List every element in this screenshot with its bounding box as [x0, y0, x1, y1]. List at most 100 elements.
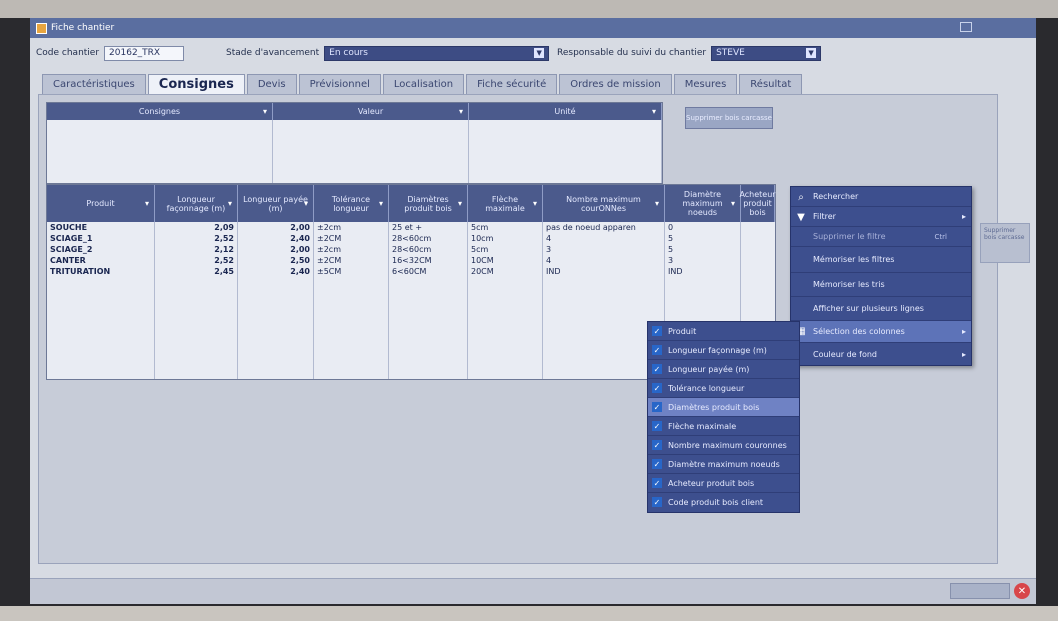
table-cell[interactable]: 2,52 — [155, 255, 237, 266]
table-cell[interactable]: ±2cm — [314, 244, 388, 255]
table-cell[interactable]: 2,45 — [155, 266, 237, 277]
code-chantier-input[interactable]: 20162_TRX — [104, 45, 185, 61]
checkbox-checked-icon[interactable]: ✓ — [652, 364, 662, 374]
column-toggle-acheteur[interactable]: ✓ Acheteur produit bois — [648, 474, 799, 493]
table-cell[interactable]: 28<60cm — [389, 244, 467, 255]
table-cell[interactable]: ±2CM — [314, 255, 388, 266]
table-cell[interactable]: TRITURATION — [47, 266, 154, 277]
table-cell[interactable]: SOUCHE — [47, 222, 154, 233]
menu-item-afficher-plusieurs-lignes[interactable]: Afficher sur plusieurs lignes — [791, 297, 971, 321]
table-cell[interactable]: SCIAGE_1 — [47, 233, 154, 244]
consignes-column[interactable] — [47, 120, 273, 183]
table-cell[interactable]: pas de noeud apparen — [543, 222, 664, 233]
table-cell[interactable]: IND — [665, 266, 740, 277]
table-cell[interactable]: 16<32CM — [389, 255, 467, 266]
filter-icon[interactable]: ▾ — [650, 107, 658, 117]
tab-mesures[interactable]: Mesures — [673, 74, 738, 94]
column-toggle-code-produit[interactable]: ✓ Code produit bois client — [648, 493, 799, 512]
menu-item-selection-colonnes[interactable]: ▦ Sélection des colonnes ▸ — [791, 321, 971, 343]
table-cell[interactable]: 2,12 — [155, 244, 237, 255]
tab-devis[interactable]: Devis — [246, 74, 297, 94]
table-cell[interactable]: 3 — [543, 244, 664, 255]
table-cell[interactable]: 10CM — [468, 255, 542, 266]
table-cell[interactable]: 2,40 — [238, 266, 313, 277]
validate-button[interactable] — [950, 583, 1010, 599]
table-cell[interactable]: 5 — [665, 244, 740, 255]
menu-item-memoriser-tris[interactable]: Mémoriser les tris — [791, 273, 971, 297]
filter-icon[interactable]: ▾ — [261, 107, 269, 117]
stade-select[interactable]: En cours ▼ — [324, 45, 550, 61]
tab-fiche-securite[interactable]: Fiche sécurité — [466, 74, 558, 94]
column-toggle-tolerance[interactable]: ✓ Tolérance longueur — [648, 379, 799, 398]
table-cell[interactable]: 0 — [665, 222, 740, 233]
tab-ordres-de-mission[interactable]: Ordres de mission — [559, 74, 672, 94]
checkbox-checked-icon[interactable]: ✓ — [652, 402, 662, 412]
table-cell[interactable]: ±2cm — [314, 222, 388, 233]
supprimer-bois-button[interactable]: Supprimer bois carcasse — [685, 107, 773, 129]
table-cell[interactable]: SCIAGE_2 — [47, 244, 154, 255]
table-cell[interactable]: IND — [543, 266, 664, 277]
column-toggle-produit[interactable]: ✓ Produit — [648, 322, 799, 341]
tab-localisation[interactable]: Localisation — [382, 74, 465, 94]
table-cell[interactable]: CANTER — [47, 255, 154, 266]
checkbox-checked-icon[interactable]: ✓ — [652, 345, 662, 355]
tolerance-header[interactable]: Tolérance longueur ▾ — [314, 185, 389, 222]
longueur-faconnage-header[interactable]: Longueur façonnage (m) ▾ — [155, 185, 238, 222]
table-cell[interactable]: 2,40 — [238, 233, 313, 244]
table-cell[interactable]: 10cm — [468, 233, 542, 244]
filter-icon[interactable]: ▾ — [457, 107, 465, 117]
table-cell[interactable]: ±5CM — [314, 266, 388, 277]
acheteur-header[interactable]: Acheteur produit bois — [739, 185, 776, 222]
longueur-payee-header[interactable]: Longueur payée (m) ▾ — [238, 185, 314, 222]
checkbox-checked-icon[interactable]: ✓ — [652, 478, 662, 488]
table-cell[interactable]: 25 et + — [389, 222, 467, 233]
menu-item-memoriser-filtres[interactable]: Mémoriser les filtres — [791, 247, 971, 273]
menu-item-supprimer-filtre[interactable]: Supprimer le filtre Ctrl — [791, 227, 971, 247]
table-cell[interactable]: 5cm — [468, 244, 542, 255]
menu-item-couleur-fond[interactable]: Couleur de fond ▸ — [791, 343, 971, 365]
close-icon[interactable]: ✕ — [1014, 583, 1030, 599]
table-cell[interactable]: 5 — [665, 233, 740, 244]
checkbox-checked-icon[interactable]: ✓ — [652, 497, 662, 507]
table-cell[interactable]: 3 — [665, 255, 740, 266]
checkbox-checked-icon[interactable]: ✓ — [652, 459, 662, 469]
nombre-couronnes-header[interactable]: Nombre maximum courONNes ▾ — [543, 185, 665, 222]
column-toggle-nombre-couronnes[interactable]: ✓ Nombre maximum couronnes — [648, 436, 799, 455]
table-cell[interactable]: 2,00 — [238, 244, 313, 255]
column-toggle-diametres[interactable]: ✓ Diamètres produit bois — [648, 398, 799, 417]
table-cell[interactable]: ±2CM — [314, 233, 388, 244]
unite-header[interactable]: Unité ▾ — [469, 103, 662, 120]
responsable-select[interactable]: STEVE ▼ — [711, 45, 822, 61]
valeur-column[interactable] — [273, 120, 469, 183]
table-cell[interactable]: 28<60cm — [389, 233, 467, 244]
table-cell[interactable]: 4 — [543, 233, 664, 244]
table-cell[interactable]: 2,00 — [238, 222, 313, 233]
checkbox-checked-icon[interactable]: ✓ — [652, 383, 662, 393]
table-cell[interactable]: 2,52 — [155, 233, 237, 244]
tab-previsionnel[interactable]: Prévisionnel — [298, 74, 381, 94]
diametre-noeuds-header[interactable]: Diamètre maximum noeuds ▾ — [665, 185, 741, 222]
table-cell[interactable]: 5cm — [468, 222, 542, 233]
checkbox-checked-icon[interactable]: ✓ — [652, 440, 662, 450]
table-cell[interactable]: 2,50 — [238, 255, 313, 266]
minimize-button[interactable] — [960, 22, 972, 32]
checkbox-checked-icon[interactable]: ✓ — [652, 326, 662, 336]
diametres-header[interactable]: Diamètres produit bois ▾ — [389, 185, 468, 222]
tab-caracteristiques[interactable]: Caractéristiques — [42, 74, 146, 94]
table-cell[interactable]: 20CM — [468, 266, 542, 277]
menu-item-filtrer[interactable]: ▼ Filtrer ▸ — [791, 207, 971, 227]
table-cell[interactable]: 6<60CM — [389, 266, 467, 277]
checkbox-checked-icon[interactable]: ✓ — [652, 421, 662, 431]
valeur-header[interactable]: Valeur ▾ — [273, 103, 469, 120]
column-toggle-fleche[interactable]: ✓ Flèche maximale — [648, 417, 799, 436]
consignes-header[interactable]: Consignes ▾ — [47, 103, 273, 120]
column-toggle-longueur-payee[interactable]: ✓ Longueur payée (m) — [648, 360, 799, 379]
menu-item-rechercher[interactable]: ⌕ Rechercher — [791, 187, 971, 207]
fleche-header[interactable]: Flèche maximale ▾ — [468, 185, 543, 222]
table-cell[interactable]: 4 — [543, 255, 664, 266]
column-toggle-diametre-noeuds[interactable]: ✓ Diamètre maximum noeuds — [648, 455, 799, 474]
produit-header[interactable]: Produit ▾ — [47, 185, 155, 222]
unite-column[interactable] — [469, 120, 662, 183]
table-cell[interactable]: 2,09 — [155, 222, 237, 233]
tab-consignes[interactable]: Consignes — [147, 74, 245, 94]
